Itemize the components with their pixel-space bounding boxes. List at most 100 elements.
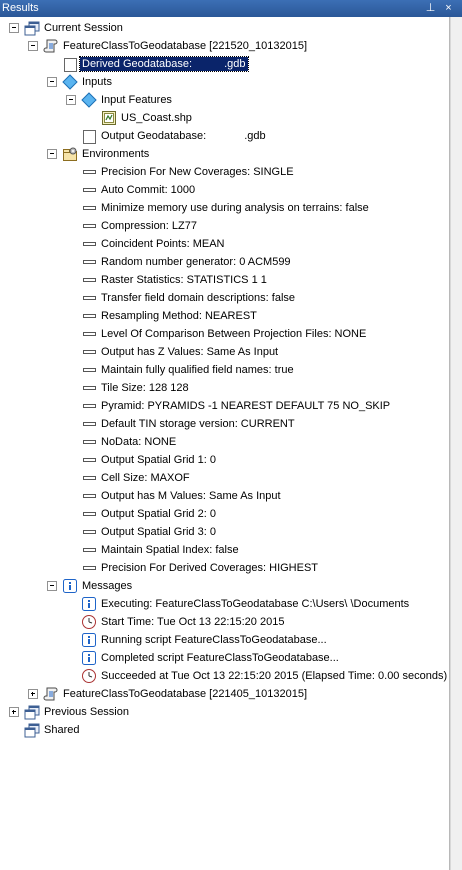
environment-setting-icon: [83, 296, 96, 300]
message-text: Start Time: Tue Oct 13 22:15:20 2015: [101, 616, 285, 628]
message-item[interactable]: Completed script FeatureClassToGeodataba…: [0, 649, 440, 667]
tree-item-label: FeatureClassToGeodatabase [221405_101320…: [63, 688, 308, 700]
environment-item[interactable]: Level Of Comparison Between Projection F…: [0, 325, 440, 343]
environment-item[interactable]: Cell Size: MAXOF: [0, 469, 440, 487]
tree-item-label: Input Features: [101, 94, 172, 106]
environment-item[interactable]: Pyramid: PYRAMIDS -1 NEAREST DEFAULT 75 …: [0, 397, 440, 415]
environment-setting-icon: [83, 206, 96, 210]
tree-item-label: Current Session: [44, 22, 123, 34]
environment-setting-icon: [83, 494, 96, 498]
environment-item[interactable]: Resampling Method: NEAREST: [0, 307, 440, 325]
environment-item[interactable]: Output Spatial Grid 2: 0: [0, 505, 440, 523]
environment-setting-icon: [83, 530, 96, 534]
message-text: Running script FeatureClassToGeodatabase…: [101, 634, 327, 646]
environment-item[interactable]: Compression: LZ77: [0, 217, 440, 235]
environment-label: Raster Statistics: STATISTICS 1 1: [101, 274, 267, 286]
environment-label: Resampling Method: NEAREST: [101, 310, 257, 322]
message-item[interactable]: Start Time: Tue Oct 13 22:15:20 2015: [0, 613, 440, 631]
tree-item-input-features[interactable]: Input Features: [0, 91, 440, 109]
expand-toggle[interactable]: [9, 707, 19, 717]
tree-item-label: FeatureClassToGeodatabase [221520_101320…: [63, 40, 308, 52]
environment-item[interactable]: Output Spatial Grid 3: 0: [0, 523, 440, 541]
environment-item[interactable]: Raster Statistics: STATISTICS 1 1: [0, 271, 440, 289]
collapse-toggle[interactable]: [9, 23, 19, 33]
vertical-scrollbar[interactable]: [450, 17, 462, 870]
environment-item[interactable]: NoData: NONE: [0, 433, 440, 451]
tree-item-label: Environments: [82, 148, 150, 160]
tree-item-label-selected: Derived Geodatabase: .gdb: [79, 56, 249, 72]
tree-item-previous-session[interactable]: Previous Session: [0, 703, 440, 721]
environment-label: Compression: LZ77: [101, 220, 197, 232]
environment-setting-icon: [83, 278, 96, 282]
environment-label: Precision For New Coverages: SINGLE: [101, 166, 294, 178]
session-icon: [24, 723, 40, 738]
collapse-toggle[interactable]: [47, 77, 57, 87]
message-item[interactable]: Executing: FeatureClassToGeodatabase C:\…: [0, 595, 449, 613]
tree-item-environments[interactable]: Environments: [0, 145, 440, 163]
collapse-toggle[interactable]: [47, 149, 57, 159]
environment-item[interactable]: Precision For Derived Coverages: HIGHEST: [0, 559, 440, 577]
messages-info-icon: [63, 579, 77, 593]
tree-item-label: Output Geodatabase: .gdb: [101, 129, 266, 143]
environment-item[interactable]: Random number generator: 0 ACM599: [0, 253, 440, 271]
tree-item-messages[interactable]: Messages: [0, 577, 440, 595]
info-icon: [82, 633, 96, 647]
environment-setting-icon: [83, 242, 96, 246]
environment-label: NoData: NONE: [101, 436, 177, 448]
environment-label: Precision For Derived Coverages: HIGHEST: [101, 562, 319, 574]
collapse-toggle[interactable]: [47, 581, 57, 591]
tree-item-derived-geodatabase[interactable]: Derived Geodatabase: .gdb: [0, 55, 440, 73]
message-item[interactable]: Succeeded at Tue Oct 13 22:15:20 2015 (E…: [0, 667, 449, 685]
environment-label: Output has Z Values: Same As Input: [101, 346, 279, 358]
tree-item-label: Messages: [82, 580, 133, 592]
environment-label: Cell Size: MAXOF: [101, 472, 190, 484]
tree-item-output-geodatabase[interactable]: Output Geodatabase: .gdb: [0, 127, 440, 145]
environment-label: Default TIN storage version: CURRENT: [101, 418, 295, 430]
tree-item-inputs[interactable]: Inputs: [0, 73, 440, 91]
environment-label: Auto Commit: 1000: [101, 184, 196, 196]
environment-setting-icon: [83, 368, 96, 372]
environment-item[interactable]: Output Spatial Grid 1: 0: [0, 451, 440, 469]
environment-item[interactable]: Maintain Spatial Index: false: [0, 541, 440, 559]
environment-label: Tile Size: 128 128: [101, 382, 189, 394]
environment-item[interactable]: Tile Size: 128 128: [0, 379, 440, 397]
environment-label: Random number generator: 0 ACM599: [101, 256, 291, 268]
close-icon[interactable]: ×: [442, 1, 455, 15]
environment-item[interactable]: Coincident Points: MEAN: [0, 235, 440, 253]
redacted-text: [206, 130, 244, 140]
clock-icon: [82, 669, 96, 683]
environment-item[interactable]: Auto Commit: 1000: [0, 181, 440, 199]
results-tree: Current Session FeatureClassToGeodatabas…: [0, 17, 450, 870]
script-tool-icon: [43, 39, 58, 53]
expand-toggle[interactable]: [28, 689, 38, 699]
collapse-toggle[interactable]: [28, 41, 38, 51]
environment-setting-icon: [83, 476, 96, 480]
pin-icon[interactable]: ⊥: [424, 1, 437, 15]
environment-item[interactable]: Output has M Values: Same As Input: [0, 487, 440, 505]
tree-item-tool-result-2[interactable]: FeatureClassToGeodatabase [221405_101320…: [0, 685, 440, 703]
message-text: Executing: FeatureClassToGeodatabase C:\…: [101, 598, 410, 610]
collapse-toggle[interactable]: [66, 95, 76, 105]
session-icon: [24, 21, 40, 36]
derived-geodatabase-label: Derived Geodatabase:: [82, 58, 193, 70]
tree-item-current-session[interactable]: Current Session: [0, 19, 440, 37]
environment-label: Output Spatial Grid 1: 0: [101, 454, 216, 466]
message-item[interactable]: Running script FeatureClassToGeodatabase…: [0, 631, 440, 649]
environment-item[interactable]: Maintain fully qualified field names: tr…: [0, 361, 440, 379]
environment-item[interactable]: Output has Z Values: Same As Input: [0, 343, 440, 361]
tree-item-us-coast[interactable]: US_Coast.shp: [0, 109, 440, 127]
environment-label: Output Spatial Grid 2: 0: [101, 508, 216, 520]
environment-item[interactable]: Transfer field domain descriptions: fals…: [0, 289, 440, 307]
session-icon: [24, 705, 40, 720]
diamond-icon: [81, 92, 97, 108]
environment-item[interactable]: Minimize memory use during analysis on t…: [0, 199, 440, 217]
environment-item[interactable]: Precision For New Coverages: SINGLE: [0, 163, 440, 181]
tree-item-shared[interactable]: Shared: [0, 721, 440, 739]
tree-item-tool-result[interactable]: FeatureClassToGeodatabase [221520_101320…: [0, 37, 440, 55]
environment-item[interactable]: Default TIN storage version: CURRENT: [0, 415, 440, 433]
info-icon: [82, 597, 96, 611]
environments-icon: [63, 147, 77, 161]
environment-setting-icon: [83, 422, 96, 426]
redacted-text: [192, 58, 225, 68]
tree-item-label: US_Coast.shp: [121, 112, 192, 124]
